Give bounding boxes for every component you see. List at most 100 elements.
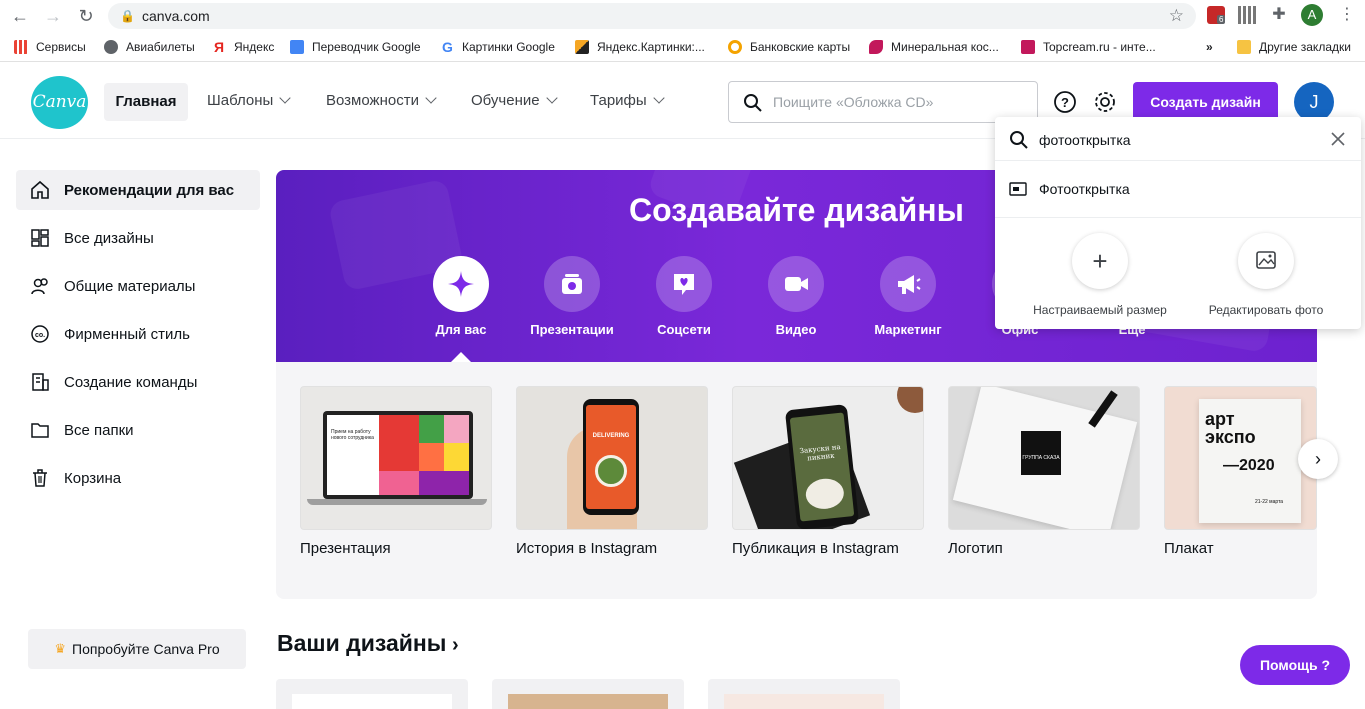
canva-logo[interactable]: Canva bbox=[31, 76, 88, 129]
design-preview bbox=[292, 694, 452, 709]
profile-avatar[interactable]: A bbox=[1301, 4, 1323, 26]
bookmark-item[interactable]: Авиабилеты bbox=[104, 39, 195, 55]
design-thumbnail[interactable] bbox=[492, 679, 684, 709]
search-input[interactable]: Поищите «Обложка CD» bbox=[728, 81, 1038, 123]
bookmark-item[interactable]: Сервисы bbox=[14, 39, 86, 55]
back-icon[interactable]: ← bbox=[9, 5, 31, 27]
phone: Закуски на пикник bbox=[784, 404, 860, 529]
forward-icon[interactable]: → bbox=[42, 5, 64, 27]
reload-icon[interactable]: ↻ bbox=[75, 5, 97, 27]
category-presentations[interactable]: Презентации bbox=[516, 256, 628, 337]
home-icon bbox=[31, 180, 49, 199]
try-canva-pro-button[interactable]: ♛ Попробуйте Canva Pro bbox=[28, 629, 246, 669]
template-label: Логотип bbox=[948, 540, 1003, 557]
create-design-button[interactable]: Создать дизайн bbox=[1133, 82, 1278, 122]
sidebar-item-label: Общие материалы bbox=[64, 277, 196, 295]
bookmark-item[interactable]: Минеральная кос... bbox=[869, 39, 999, 55]
template-card-instagram-post[interactable]: Закуски на пикник Публикация в Instagram bbox=[732, 386, 924, 557]
help-button[interactable]: Помощь ? bbox=[1240, 645, 1350, 685]
bookmark-item[interactable]: Банковские карты bbox=[728, 39, 850, 55]
suggestion-label: Фотооткрытка bbox=[1039, 181, 1130, 197]
other-bookmarks[interactable]: Другие закладки bbox=[1237, 39, 1351, 55]
pro-label: Попробуйте Canva Pro bbox=[72, 641, 220, 657]
trash-icon bbox=[33, 469, 47, 487]
plus-icon: + bbox=[1072, 233, 1128, 289]
bookmark-label: Авиабилеты bbox=[126, 40, 195, 54]
bookmark-item[interactable]: Переводчик Google bbox=[290, 39, 421, 55]
avatar[interactable]: J bbox=[1294, 82, 1334, 122]
slide-photo bbox=[444, 443, 469, 471]
custom-size-button[interactable]: + Настраиваемый размер bbox=[1015, 233, 1185, 317]
sidebar-item-brand[interactable]: co. Фирменный стиль bbox=[16, 314, 260, 354]
edit-photo-button[interactable]: Редактировать фото bbox=[1181, 233, 1351, 317]
bookmark-item[interactable]: Яндекс.Картинки:... bbox=[575, 39, 705, 55]
sidebar-item-shared[interactable]: Общие материалы bbox=[16, 266, 260, 306]
nav-templates[interactable]: Шаблоны bbox=[207, 92, 292, 109]
sparkle-icon bbox=[433, 256, 489, 312]
design-thumbnail[interactable] bbox=[276, 679, 468, 709]
address-bar[interactable]: 🔒 canva.com ☆ bbox=[108, 3, 1196, 29]
sidebar-item-trash[interactable]: Корзина bbox=[16, 458, 260, 498]
design-preview bbox=[724, 694, 884, 709]
browser-menu-icon[interactable]: ⋮ bbox=[1338, 6, 1356, 24]
divider bbox=[995, 217, 1361, 218]
address-url[interactable]: canva.com bbox=[142, 8, 210, 24]
design-thumbnail[interactable] bbox=[708, 679, 900, 709]
laptop-base bbox=[307, 499, 487, 505]
template-card-presentation[interactable]: Прием на работу нового сотрудника Презен… bbox=[300, 386, 492, 557]
building-icon bbox=[32, 373, 49, 391]
dropdown-search-input[interactable]: фотооткрытка bbox=[995, 117, 1361, 161]
your-designs-heading[interactable]: Ваши дизайны › bbox=[277, 630, 459, 657]
bookmark-label: Минеральная кос... bbox=[891, 40, 999, 54]
carousel-next-button[interactable]: › bbox=[1298, 439, 1338, 479]
sidebar-item-all-designs[interactable]: Все дизайны bbox=[16, 218, 260, 258]
category-social[interactable]: Соцсети bbox=[628, 256, 740, 337]
template-card-instagram-story[interactable]: DELIVERING История в Instagram bbox=[516, 386, 708, 557]
sidebar-item-label: Все дизайны bbox=[64, 229, 154, 247]
help-icon[interactable]: ? bbox=[1053, 90, 1077, 114]
design-preview bbox=[508, 694, 668, 709]
poster-line: —2020 bbox=[1223, 457, 1275, 474]
search-icon bbox=[1010, 131, 1028, 149]
bookmark-item[interactable]: Topcream.ru - инте... bbox=[1021, 39, 1156, 55]
nav-learn[interactable]: Обучение bbox=[471, 92, 558, 109]
bank-icon bbox=[728, 40, 742, 54]
sidebar-item-label: Создание команды bbox=[64, 373, 198, 391]
logo-mark: ГРУППА СКАЗА bbox=[1021, 431, 1061, 475]
adblock-extension-icon[interactable]: 6 bbox=[1207, 6, 1226, 24]
watch bbox=[897, 387, 923, 413]
bookmark-label: Переводчик Google bbox=[312, 40, 421, 54]
qr-extension-icon[interactable] bbox=[1238, 6, 1256, 24]
search-query[interactable]: фотооткрытка bbox=[1039, 132, 1131, 148]
nav-features[interactable]: Возможности bbox=[326, 92, 437, 109]
chevron-right-icon: › bbox=[1315, 449, 1321, 469]
nav-pricing[interactable]: Тарифы bbox=[590, 92, 665, 109]
template-card-poster[interactable]: арт экспо —2020 21-22 марта Плакат bbox=[1164, 386, 1317, 557]
chevron-down-icon bbox=[545, 92, 558, 104]
nav-home[interactable]: Главная bbox=[104, 83, 188, 121]
sidebar-item-label: Фирменный стиль bbox=[64, 325, 190, 343]
bookmark-item[interactable]: Я Яндекс bbox=[214, 39, 274, 55]
bookmark-label: Topcream.ru - инте... bbox=[1043, 40, 1156, 54]
bookmark-item[interactable]: G Картинки Google bbox=[442, 39, 555, 55]
bookmark-label: Яндекс.Картинки:... bbox=[597, 40, 705, 54]
bookmarks-overflow-button[interactable]: » bbox=[1206, 39, 1213, 55]
category-for-you[interactable]: Для вас bbox=[405, 256, 517, 337]
close-icon[interactable] bbox=[1331, 132, 1345, 146]
sidebar-item-folders[interactable]: Все папки bbox=[16, 410, 260, 450]
template-thumbnail: Прием на работу нового сотрудника bbox=[300, 386, 492, 530]
extensions-puzzle-icon[interactable]: ✚ bbox=[1270, 6, 1288, 24]
sidebar-item-team[interactable]: Создание команды bbox=[16, 362, 260, 402]
phone-screen: DELIVERING bbox=[586, 405, 636, 509]
template-card-logo[interactable]: ГРУППА СКАЗА Логотип bbox=[948, 386, 1140, 557]
heart-chat-icon bbox=[656, 256, 712, 312]
category-marketing[interactable]: Маркетинг bbox=[852, 256, 964, 337]
search-suggestion[interactable]: Фотооткрытка bbox=[995, 173, 1361, 205]
bookmark-star-icon[interactable]: ☆ bbox=[1169, 6, 1184, 26]
poster-line: экспо bbox=[1205, 427, 1256, 447]
sidebar-item-recommended[interactable]: Рекомендации для вас bbox=[16, 170, 260, 210]
sidebar: Рекомендации для вас Все дизайны Общие м… bbox=[16, 170, 260, 506]
slide-photo bbox=[379, 471, 419, 495]
gear-icon[interactable] bbox=[1093, 90, 1117, 114]
category-video[interactable]: Видео bbox=[740, 256, 852, 337]
